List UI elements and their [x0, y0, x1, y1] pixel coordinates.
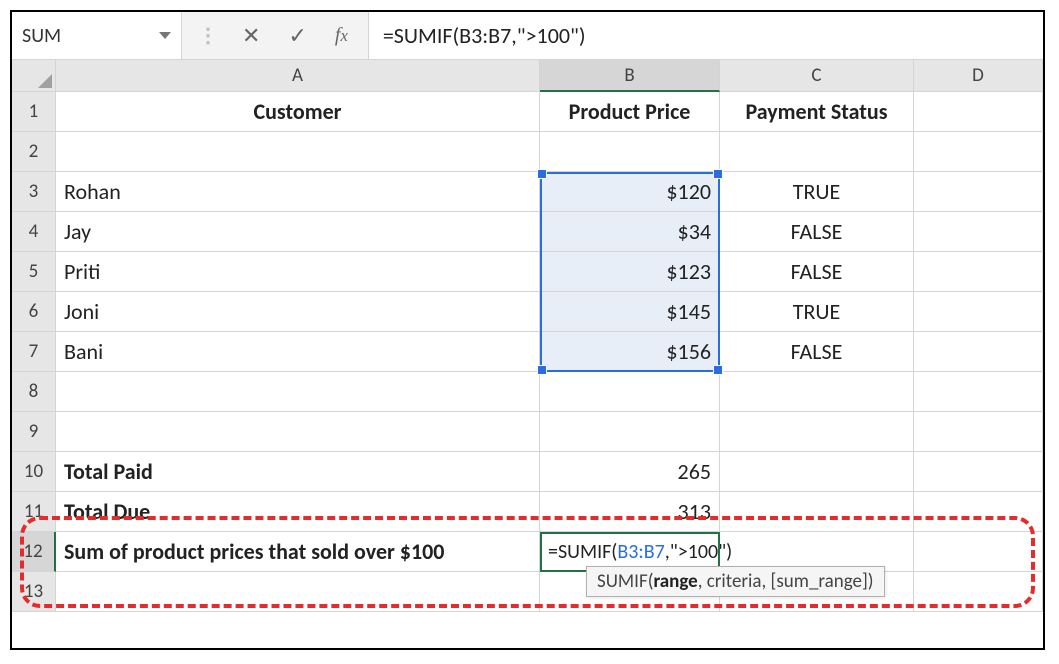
total-due-value[interactable]: 313 — [540, 492, 720, 532]
row-header[interactable]: 13 — [12, 572, 56, 612]
excel-window: SUM ⋮ ✕ ✓ fx =SUMIF(B3:B7,">100") A B C … — [10, 10, 1045, 650]
row-header[interactable]: 1 — [12, 92, 56, 132]
header-customer[interactable]: Customer — [56, 92, 540, 132]
cell[interactable] — [56, 372, 540, 412]
col-header-c[interactable]: C — [720, 60, 914, 92]
cell-status[interactable]: FALSE — [720, 212, 914, 252]
header-price[interactable]: Product Price — [540, 92, 720, 132]
enter-button[interactable]: ✓ — [274, 12, 320, 59]
cell[interactable] — [914, 532, 1043, 572]
cell-price[interactable]: $120 — [540, 172, 720, 212]
cell[interactable] — [914, 212, 1043, 252]
cancel-button[interactable]: ✕ — [228, 12, 274, 59]
cell[interactable] — [720, 412, 914, 452]
formula-bar-buttons: ⋮ ✕ ✓ fx — [182, 12, 368, 59]
row-header[interactable]: 9 — [12, 412, 56, 452]
row-header[interactable]: 10 — [12, 452, 56, 492]
cell[interactable] — [914, 492, 1043, 532]
header-status[interactable]: Payment Status — [720, 92, 914, 132]
tooltip-fn: SUMIF — [597, 570, 648, 593]
separator-icon: ⋮ — [188, 23, 228, 48]
cell[interactable] — [720, 452, 914, 492]
row-header[interactable]: 3 — [12, 172, 56, 212]
cell[interactable] — [914, 572, 1043, 612]
cell[interactable] — [56, 412, 540, 452]
cell[interactable] — [540, 372, 720, 412]
cell-customer[interactable]: Joni — [56, 292, 540, 332]
cell[interactable] — [914, 452, 1043, 492]
cell-status[interactable]: FALSE — [720, 332, 914, 372]
cell-price[interactable]: $34 — [540, 212, 720, 252]
name-box-text: SUM — [22, 24, 159, 48]
col-header-b[interactable]: B — [540, 60, 720, 92]
formula-suffix: ,">100") — [665, 540, 732, 564]
cell[interactable] — [914, 252, 1043, 292]
cell-price[interactable]: $145 — [540, 292, 720, 332]
cell[interactable] — [914, 132, 1043, 172]
cell-price[interactable]: $123 — [540, 252, 720, 292]
cell[interactable] — [914, 92, 1043, 132]
insert-function-button[interactable]: fx — [321, 12, 362, 59]
total-due-label[interactable]: Total Due — [56, 492, 540, 532]
row-header[interactable]: 7 — [12, 332, 56, 372]
tooltip-rest: , criteria, [sum_range]) — [698, 570, 874, 593]
formula-text: =SUMIF(B3:B7,">100") — [383, 22, 586, 49]
name-box[interactable]: SUM — [12, 12, 182, 59]
row-header[interactable]: 5 — [12, 252, 56, 292]
tooltip-arg-active: range — [653, 570, 697, 593]
formula-bar: SUM ⋮ ✕ ✓ fx =SUMIF(B3:B7,">100") — [12, 12, 1043, 60]
cell[interactable] — [540, 412, 720, 452]
sum-over-100-label[interactable]: Sum of product prices that sold over $10… — [56, 532, 540, 572]
cell[interactable] — [720, 372, 914, 412]
row-header[interactable]: 11 — [12, 492, 56, 532]
formula-input[interactable]: =SUMIF(B3:B7,">100") — [368, 12, 1043, 59]
spreadsheet-grid: A B C D 1 Customer Product Price Payment… — [12, 60, 1043, 612]
cell[interactable] — [914, 372, 1043, 412]
formula-ref: B3:B7 — [617, 540, 664, 564]
row-header[interactable]: 4 — [12, 212, 56, 252]
cell[interactable] — [540, 132, 720, 172]
cell[interactable] — [914, 412, 1043, 452]
row-header[interactable]: 2 — [12, 132, 56, 172]
cell[interactable] — [720, 132, 914, 172]
formula-prefix: =SUMIF( — [548, 540, 617, 564]
total-paid-label[interactable]: Total Paid — [56, 452, 540, 492]
col-header-a[interactable]: A — [56, 60, 540, 92]
cell-customer[interactable]: Jay — [56, 212, 540, 252]
cell-customer[interactable]: Bani — [56, 332, 540, 372]
cell[interactable] — [914, 172, 1043, 212]
cell-status[interactable]: TRUE — [720, 172, 914, 212]
name-box-dropdown-icon[interactable] — [159, 32, 171, 39]
cell-customer[interactable]: Priti — [56, 252, 540, 292]
row-header[interactable]: 8 — [12, 372, 56, 412]
col-header-d[interactable]: D — [914, 60, 1043, 92]
cell-status[interactable]: TRUE — [720, 292, 914, 332]
row-header[interactable]: 6 — [12, 292, 56, 332]
cell[interactable] — [914, 332, 1043, 372]
cell[interactable] — [56, 572, 540, 612]
total-paid-value[interactable]: 265 — [540, 452, 720, 492]
cell-status[interactable]: FALSE — [720, 252, 914, 292]
cell-customer[interactable]: Rohan — [56, 172, 540, 212]
cell[interactable] — [914, 292, 1043, 332]
row-header[interactable]: 12 — [12, 532, 56, 572]
formula-tooltip: SUMIF(range, criteria, [sum_range]) — [586, 566, 885, 597]
cell[interactable] — [56, 132, 540, 172]
select-all-button[interactable] — [12, 60, 56, 92]
cell[interactable] — [720, 492, 914, 532]
cell-price[interactable]: $156 — [540, 332, 720, 372]
